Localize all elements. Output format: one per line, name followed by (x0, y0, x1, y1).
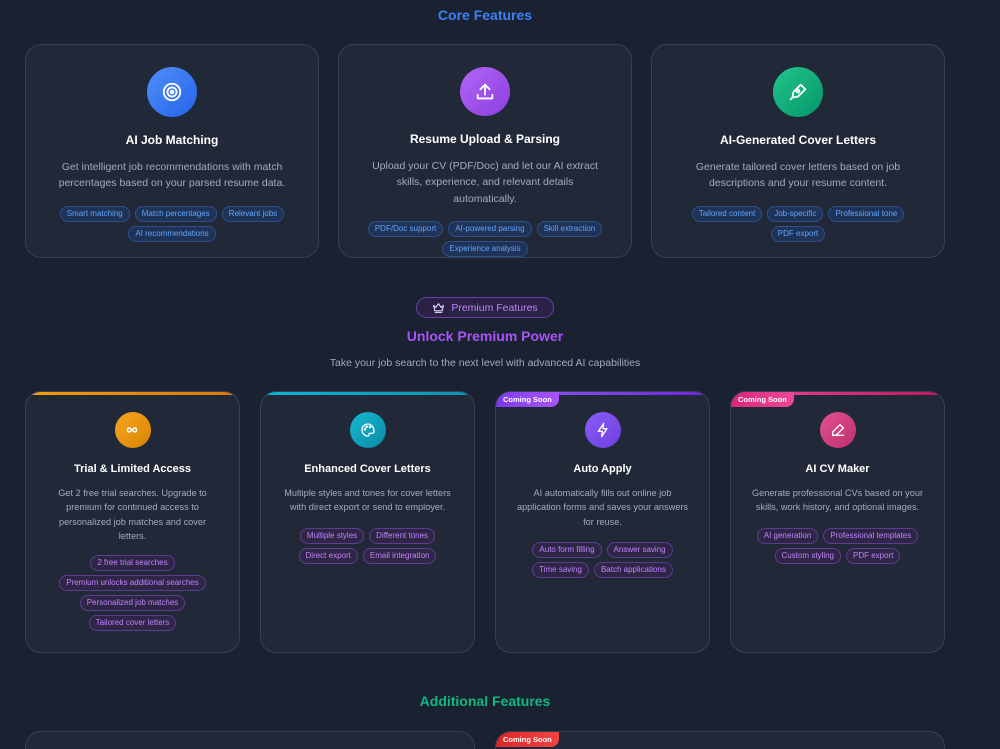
tag: Direct export (298, 547, 358, 564)
premium-card-enhanced-cover-letters: Enhanced Cover Letters Multiple styles a… (260, 391, 475, 653)
tag: Time saving (532, 561, 589, 578)
coming-soon-badge: Coming Soon (496, 732, 559, 747)
tag-list: Tailored content Job-specific Profession… (652, 205, 944, 242)
card-title: AI-Generated Cover Letters (719, 133, 877, 147)
tag-list: Auto form filling Answer saving Time sav… (496, 541, 709, 578)
tag: Email integration (362, 547, 437, 564)
card-description: Get 2 free trial searches. Upgrade to pr… (58, 488, 207, 541)
tag: Personalized job matches (79, 595, 186, 611)
tag: Different tones (369, 527, 436, 544)
core-card-cover-letters: AI-Generated Cover Letters Generate tail… (651, 44, 945, 258)
card-title: Resume Upload & Parsing (409, 132, 561, 147)
card-title: Trial & Limited Access (74, 463, 191, 475)
card-description: Generate tailored cover letters based on… (695, 161, 901, 190)
tag-list: AI generation Professional templates Cus… (731, 527, 944, 564)
additional-card-right: Coming Soon (495, 731, 945, 749)
card-description: AI automatically fills out online job ap… (516, 488, 689, 527)
pencil-icon (819, 412, 856, 448)
tag: Job-specific (767, 205, 824, 222)
additional-card-left (25, 731, 475, 749)
crown-icon (433, 303, 445, 313)
card-description: Generate professional CVs based on your … (751, 488, 924, 513)
card-title: AI CV Maker (805, 463, 870, 475)
card-description: Get intelligent job recommendations with… (58, 161, 286, 190)
tag: Tailored cover letters (88, 615, 177, 631)
tag: Skill extraction (536, 221, 603, 237)
core-card-ai-job-matching: AI Job Matching Get intelligent job reco… (25, 44, 319, 258)
card-title: Enhanced Cover Letters (304, 463, 431, 475)
tag-list: PDF/Doc support AI-powered parsing Skill… (339, 221, 631, 257)
premium-pill-label: Premium Features (451, 301, 538, 314)
card-title: AI Job Matching (125, 133, 219, 147)
tag-list: 2 free trial searches Premium unlocks ad… (43, 555, 222, 631)
coming-soon-badge: Coming Soon (731, 392, 794, 407)
tag: AI-powered parsing (448, 221, 532, 237)
tag: Premium unlocks additional searches (59, 575, 206, 591)
tag: Relevant jobs (221, 205, 285, 222)
card-title: Auto Apply (573, 463, 632, 475)
core-features-title: Core Features (437, 7, 533, 23)
palette-icon (349, 412, 386, 448)
tag: Answer saving (606, 541, 673, 558)
tag: Custom styling (774, 547, 841, 564)
card-accent-bar (261, 392, 474, 395)
upload-icon (460, 67, 510, 117)
pen-icon (773, 67, 823, 117)
tag: AI generation (756, 527, 819, 544)
tag: Professional tone (828, 205, 905, 222)
tag: PDF/Doc support (367, 221, 444, 237)
tag: Match percentages (134, 205, 217, 222)
tag: Experience analysis (442, 241, 528, 257)
tag: Smart matching (59, 205, 130, 222)
tag: Multiple styles (299, 527, 365, 544)
card-description: Multiple styles and tones for cover lett… (284, 488, 451, 513)
tag: Auto form filling (532, 541, 602, 558)
coming-soon-badge: Coming Soon (496, 392, 559, 407)
tag: AI recommendations (128, 225, 216, 242)
tag: PDF export (770, 225, 826, 242)
target-icon (147, 67, 197, 117)
tag: Tailored content (691, 205, 763, 222)
premium-card-auto-apply: Coming Soon Auto Apply AI automatically … (495, 391, 710, 653)
tag: 2 free trial searches (90, 555, 175, 571)
premium-features-pill: Premium Features (416, 297, 554, 318)
premium-card-ai-cv-maker: Coming Soon AI CV Maker Generate profess… (730, 391, 945, 653)
premium-subtitle: Take your job search to the next level w… (329, 357, 641, 369)
tag: PDF export (846, 547, 901, 564)
tag-list: Smart matching Match percentages Relevan… (26, 205, 318, 242)
card-accent-bar (26, 392, 239, 395)
premium-title: Unlock Premium Power (406, 328, 564, 344)
tag: Professional templates (823, 527, 919, 544)
infinity-icon (114, 412, 151, 448)
additional-features-title: Additional Features (419, 693, 551, 709)
card-description: Upload your CV (PDF/Doc) and let our AI … (372, 160, 598, 205)
lightning-icon (584, 412, 621, 448)
tag: Batch applications (593, 561, 673, 578)
tag-list: Multiple styles Different tones Direct e… (261, 527, 474, 564)
core-card-resume-upload: Resume Upload & Parsing Upload your CV (… (338, 44, 632, 258)
premium-card-trial-access: Trial & Limited Access Get 2 free trial … (25, 391, 240, 653)
